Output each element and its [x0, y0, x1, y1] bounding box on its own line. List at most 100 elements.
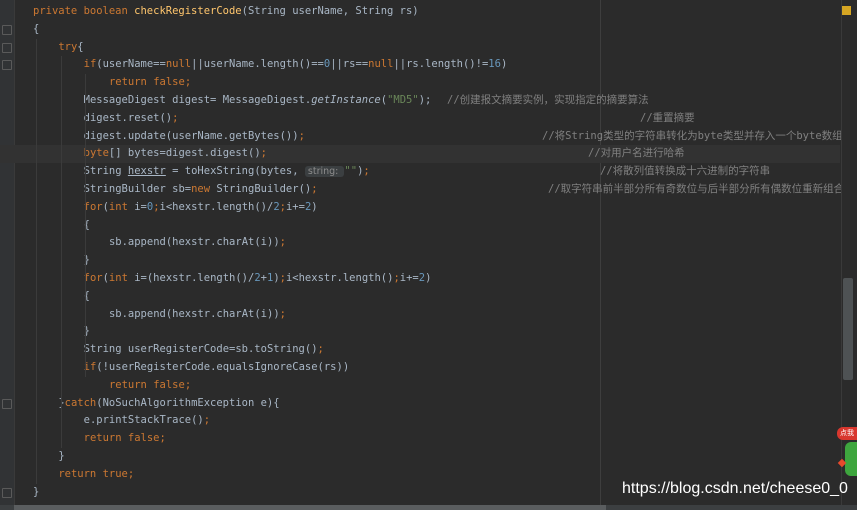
code-token: byte	[83, 147, 109, 160]
code-token: ;	[317, 343, 324, 356]
code-token: int	[108, 272, 135, 284]
code-text: for(int i=0;i<hexstr.length()/2;i+=2)	[84, 199, 318, 217]
code-area[interactable]: private boolean checkRegisterCode(String…	[0, 0, 845, 505]
code-token: )	[500, 58, 508, 71]
code-token: ;	[279, 307, 286, 320]
code-line[interactable]: return false;	[0, 74, 840, 92]
code-token: String	[83, 165, 128, 178]
code-token: }	[58, 450, 65, 462]
code-token: (userName==	[96, 58, 166, 71]
code-line[interactable]: }catch(NoSuchAlgorithmException e){	[0, 395, 840, 413]
code-token: if	[83, 58, 97, 71]
code-token: ;	[184, 378, 192, 391]
code-line[interactable]: digest.update(userName.getBytes()); //将St…	[0, 128, 843, 146]
code-text: return false;	[84, 430, 166, 448]
code-token: sb.append(hexstr.charAt(i))	[108, 236, 280, 249]
code-line[interactable]: return false;	[0, 377, 840, 395]
code-line[interactable]: private boolean checkRegisterCode(String…	[0, 3, 840, 21]
code-text: }	[33, 484, 39, 502]
code-line[interactable]: sb.append(hexstr.charAt(i));	[0, 234, 840, 252]
code-text: e.printStackTrace();	[84, 412, 210, 430]
warning-stripe-icon[interactable]	[842, 6, 851, 15]
horizontal-scrollbar-thumb[interactable]	[14, 505, 606, 510]
code-token: 16	[488, 58, 501, 71]
code-line[interactable]: if(userName==null||userName.length()==0|…	[0, 56, 840, 74]
code-token: null	[165, 58, 192, 71]
code-line[interactable]: e.printStackTrace();	[0, 412, 840, 430]
code-line[interactable]: sb.append(hexstr.charAt(i));	[0, 306, 840, 324]
code-token: private boolean	[33, 5, 135, 17]
code-token: )	[311, 200, 318, 213]
code-line[interactable]: byte[] bytes=digest.digest(); //对用户名进行哈希	[0, 145, 840, 164]
code-token: for	[83, 200, 103, 213]
widget-badge[interactable]: 点我	[837, 427, 857, 440]
fold-icon[interactable]	[2, 487, 12, 498]
indent-guide	[61, 56, 62, 448]
code-token: StringBuilder sb=	[83, 183, 192, 195]
code-token: i=(hexstr.length()/	[134, 272, 255, 284]
code-line[interactable]: }	[0, 448, 840, 466]
code-token: ;	[203, 414, 211, 427]
code-text: try{	[58, 39, 83, 57]
vertical-scrollbar-thumb[interactable]	[843, 278, 853, 380]
code-token: return false	[108, 76, 185, 89]
code-token: ;	[260, 147, 267, 160]
code-token: getInstance	[311, 94, 381, 106]
code-text: digest.update(userName.getBytes());	[84, 128, 305, 146]
code-text: return true;	[58, 466, 134, 484]
code-text: return false;	[109, 74, 191, 92]
code-comment: //取字符串前半部分所有奇数位与后半部分所有偶数位重新组合	[548, 183, 845, 195]
fold-icon[interactable]	[2, 42, 12, 53]
code-token: e.printStackTrace()	[83, 414, 204, 427]
indent-guide	[36, 38, 37, 484]
code-comment: //重置摘要	[640, 111, 695, 124]
code-editor[interactable]: private boolean checkRegisterCode(String…	[0, 0, 857, 510]
code-token: ;	[159, 432, 166, 445]
code-line[interactable]: if(!userRegisterCode.equalsIgnoreCase(rs…	[0, 359, 840, 377]
code-token: ||rs==	[330, 58, 369, 71]
code-text: sb.append(hexstr.charAt(i));	[109, 234, 286, 252]
code-token: new	[191, 183, 217, 195]
code-line[interactable]: {	[0, 288, 840, 306]
code-token: ||rs.length()!=	[393, 58, 489, 71]
code-text: MessageDigest digest= MessageDigest.getI…	[84, 92, 432, 110]
code-line[interactable]: for(int i=(hexstr.length()/2+1);i<hexstr…	[0, 270, 840, 288]
code-token: ;	[363, 165, 370, 178]
code-line[interactable]: StringBuilder sb=new StringBuilder(); //取…	[0, 181, 845, 199]
code-text: String userRegisterCode=sb.toString();	[84, 341, 324, 359]
code-token: {	[33, 22, 40, 35]
code-line[interactable]: digest.reset(); //重置摘要	[0, 110, 840, 128]
code-token: )	[425, 272, 432, 284]
code-token: ;	[172, 111, 179, 124]
code-token: );	[418, 94, 432, 106]
code-line[interactable]: String userRegisterCode=sb.toString();	[0, 341, 840, 359]
code-line[interactable]: }	[0, 252, 840, 270]
code-line[interactable]: for(int i=0;i<hexstr.length()/2;i+=2)	[0, 199, 840, 217]
code-line[interactable]: {	[0, 217, 840, 235]
code-line[interactable]: {	[0, 21, 840, 39]
code-text: for(int i=(hexstr.length()/2+1);i<hexstr…	[84, 270, 432, 288]
code-token: checkRegisterCode	[134, 5, 242, 17]
code-token: i<hexstr.length()/	[159, 200, 274, 213]
code-token: ;	[127, 467, 135, 480]
fold-icon[interactable]	[2, 60, 12, 71]
code-line[interactable]: try{	[0, 39, 840, 57]
code-text: String hexstr = toHexString(bytes, strin…	[84, 163, 370, 181]
code-line[interactable]: String hexstr = toHexString(bytes, strin…	[0, 163, 840, 181]
code-text: }	[58, 448, 64, 466]
indent-guide	[85, 74, 86, 377]
fold-icon[interactable]	[2, 24, 12, 35]
code-token: "MD5"	[387, 94, 419, 106]
code-token: i<hexstr.length()	[285, 272, 394, 284]
code-token: catch	[64, 396, 97, 409]
code-token: return false	[108, 378, 185, 391]
code-comment: //创建报文摘要实例，实现指定的摘要算法	[447, 94, 649, 106]
code-token: sb.append(hexstr.charAt(i))	[108, 307, 280, 320]
code-line[interactable]: }	[0, 323, 840, 341]
mascot-icon[interactable]: 点我	[837, 424, 857, 479]
code-token: ;	[279, 236, 286, 249]
code-token: ""	[344, 165, 358, 178]
code-line[interactable]: MessageDigest digest= MessageDigest.getI…	[0, 92, 840, 110]
fold-icon[interactable]	[2, 398, 12, 409]
code-line[interactable]: return false;	[0, 430, 840, 448]
